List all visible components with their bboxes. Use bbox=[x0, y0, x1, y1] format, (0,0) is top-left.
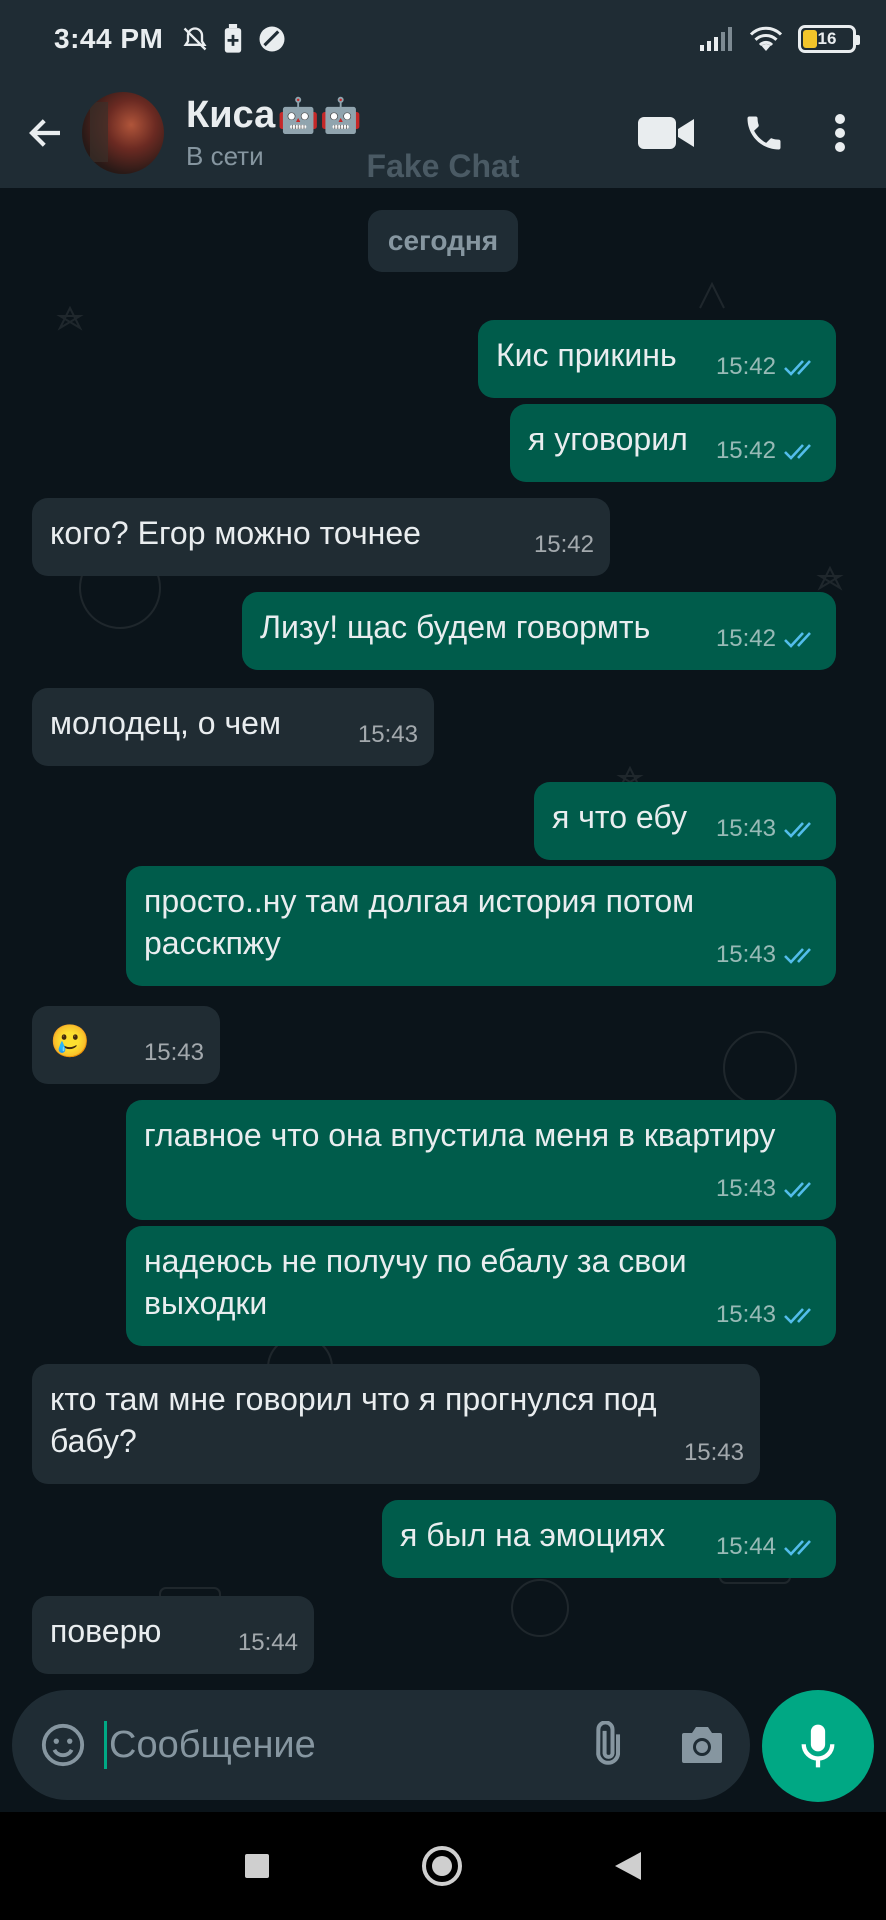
message-meta: 15:44 bbox=[716, 1526, 820, 1568]
wifi-icon bbox=[749, 26, 783, 51]
message-meta: 15:43 bbox=[716, 808, 820, 850]
back-arrow-icon bbox=[29, 119, 60, 147]
message-input[interactable]: Сообщение bbox=[109, 1724, 316, 1767]
message-meta: 15:42 bbox=[716, 346, 820, 388]
read-ticks-icon bbox=[784, 822, 811, 838]
read-ticks-icon bbox=[784, 1308, 811, 1324]
message-text: я уговорил bbox=[528, 421, 688, 457]
message-time: 15:43 bbox=[715, 1175, 776, 1202]
message-time: 15:42 bbox=[715, 625, 776, 652]
contact-name: Киса 🤖🤖 bbox=[186, 94, 362, 137]
status-left-icons bbox=[181, 24, 287, 54]
back-button-icon[interactable] bbox=[613, 1850, 643, 1882]
emoji-icon[interactable] bbox=[40, 1722, 86, 1768]
message-time: 15:42 bbox=[715, 437, 776, 464]
message-text: я был на эмоциях bbox=[400, 1517, 666, 1553]
message-outgoing[interactable]: я что ебу 15:43 bbox=[534, 782, 836, 860]
message-time: 15:42 bbox=[715, 353, 776, 380]
read-ticks-icon bbox=[784, 1182, 811, 1198]
message-text: кто там мне говорил что я прогнулся под … bbox=[50, 1381, 657, 1459]
message-emoji: 🥲 bbox=[50, 1023, 90, 1059]
recents-button-icon[interactable] bbox=[243, 1852, 271, 1880]
message-time: 15:43 bbox=[715, 941, 776, 968]
input-actions bbox=[582, 1721, 726, 1769]
read-ticks-icon bbox=[784, 444, 811, 460]
contact-info[interactable]: Киса 🤖🤖 В сети bbox=[186, 94, 362, 172]
microphone-icon bbox=[801, 1724, 835, 1768]
voice-message-button[interactable] bbox=[762, 1690, 874, 1802]
message-time: 15:42 bbox=[533, 531, 594, 558]
message-incoming[interactable]: кого? Егор можно точнее 15:42 bbox=[32, 498, 610, 576]
message-text: Лизу! щас будем говормть bbox=[260, 609, 651, 645]
read-ticks-icon bbox=[784, 632, 811, 648]
message-text: молодец, о чем bbox=[50, 705, 281, 741]
message-time: 15:44 bbox=[237, 1629, 298, 1656]
message-text: надеюсь не получу по ебалу за свои выход… bbox=[144, 1243, 687, 1321]
message-time: 15:43 bbox=[143, 1039, 204, 1066]
battery-icon: 16 bbox=[798, 25, 860, 53]
text-cursor bbox=[104, 1721, 107, 1769]
message-meta: 15:43 bbox=[716, 1294, 820, 1336]
message-meta: 15:43 bbox=[358, 714, 418, 756]
contact-name-text: Киса bbox=[186, 94, 276, 136]
status-time: 3:44 PM bbox=[54, 23, 164, 54]
message-time: 15:43 bbox=[715, 815, 776, 842]
message-incoming[interactable]: поверю 15:44 bbox=[32, 1596, 314, 1674]
home-button-icon[interactable] bbox=[421, 1845, 463, 1887]
signal-icon bbox=[700, 27, 732, 51]
message-outgoing[interactable]: я был на эмоциях 15:44 bbox=[382, 1500, 836, 1578]
battery-level: 16 bbox=[817, 29, 837, 48]
message-meta: 15:43 bbox=[144, 1032, 204, 1074]
message-meta: 15:43 bbox=[716, 934, 820, 976]
message-incoming[interactable]: 🥲 15:43 bbox=[32, 1006, 220, 1084]
message-incoming[interactable]: кто там мне говорил что я прогнулся под … bbox=[32, 1364, 760, 1484]
message-outgoing[interactable]: надеюсь не получу по ебалу за свои выход… bbox=[126, 1226, 836, 1346]
message-outgoing[interactable]: я уговорил 15:42 bbox=[510, 404, 836, 482]
message-outgoing[interactable]: Лизу! щас будем говормть 15:42 bbox=[242, 592, 836, 670]
message-outgoing[interactable]: просто..ну там долгая история потом расс… bbox=[126, 866, 836, 986]
battery-saver-icon bbox=[225, 24, 242, 53]
do-not-disturb-icon bbox=[259, 26, 285, 52]
back-button[interactable] bbox=[16, 112, 76, 154]
contact-status: В сети bbox=[186, 141, 264, 171]
date-chip: сегодня bbox=[368, 210, 518, 272]
message-text: поверю bbox=[50, 1613, 162, 1649]
message-meta: 15:43 bbox=[684, 1432, 744, 1474]
contact-name-emoji: 🤖🤖 bbox=[277, 96, 362, 135]
message-time: 15:44 bbox=[715, 1533, 776, 1560]
message-time: 15:43 bbox=[683, 1439, 744, 1466]
header-actions bbox=[638, 111, 846, 155]
read-ticks-icon bbox=[784, 360, 811, 376]
message-text: просто..ну там долгая история потом расс… bbox=[144, 883, 695, 961]
message-meta: 15:42 bbox=[716, 618, 820, 660]
read-ticks-icon bbox=[784, 948, 811, 964]
message-meta: 15:42 bbox=[716, 430, 820, 472]
message-text: главное что она впустила меня в квартиру bbox=[144, 1117, 776, 1153]
status-right-icons: 16 bbox=[700, 25, 860, 53]
mute-bell-icon bbox=[183, 27, 207, 51]
message-outgoing[interactable]: главное что она впустила меня в квартиру… bbox=[126, 1100, 836, 1220]
voice-call-icon[interactable] bbox=[742, 111, 786, 155]
message-time: 15:43 bbox=[357, 721, 418, 748]
attachment-icon[interactable] bbox=[582, 1721, 630, 1769]
message-meta: 15:44 bbox=[238, 1622, 298, 1664]
message-outgoing[interactable]: Кис прикинь 15:42 bbox=[478, 320, 836, 398]
more-options-icon[interactable] bbox=[834, 113, 846, 153]
camera-icon[interactable] bbox=[678, 1723, 726, 1767]
status-bar: 3:44 PM 16 bbox=[0, 0, 886, 78]
message-text: кого? Егор можно точнее bbox=[50, 515, 421, 551]
chat-header: Киса 🤖🤖 В сети bbox=[0, 78, 886, 188]
avatar[interactable] bbox=[82, 92, 164, 174]
message-text: я что ебу bbox=[552, 799, 687, 835]
system-nav-bar bbox=[0, 1812, 886, 1920]
chat-area[interactable]: сегодня Кис прикинь 15:42 я уговорил 15:… bbox=[0, 188, 886, 1688]
message-time: 15:43 bbox=[715, 1301, 776, 1328]
video-call-icon[interactable] bbox=[638, 113, 694, 153]
message-meta: 15:43 bbox=[716, 1168, 820, 1210]
message-incoming[interactable]: молодец, о чем 15:43 bbox=[32, 688, 434, 766]
message-input-bar: Сообщение bbox=[12, 1690, 750, 1800]
message-meta: 15:42 bbox=[534, 524, 594, 566]
message-text: Кис прикинь bbox=[496, 337, 677, 373]
read-ticks-icon bbox=[784, 1540, 811, 1556]
